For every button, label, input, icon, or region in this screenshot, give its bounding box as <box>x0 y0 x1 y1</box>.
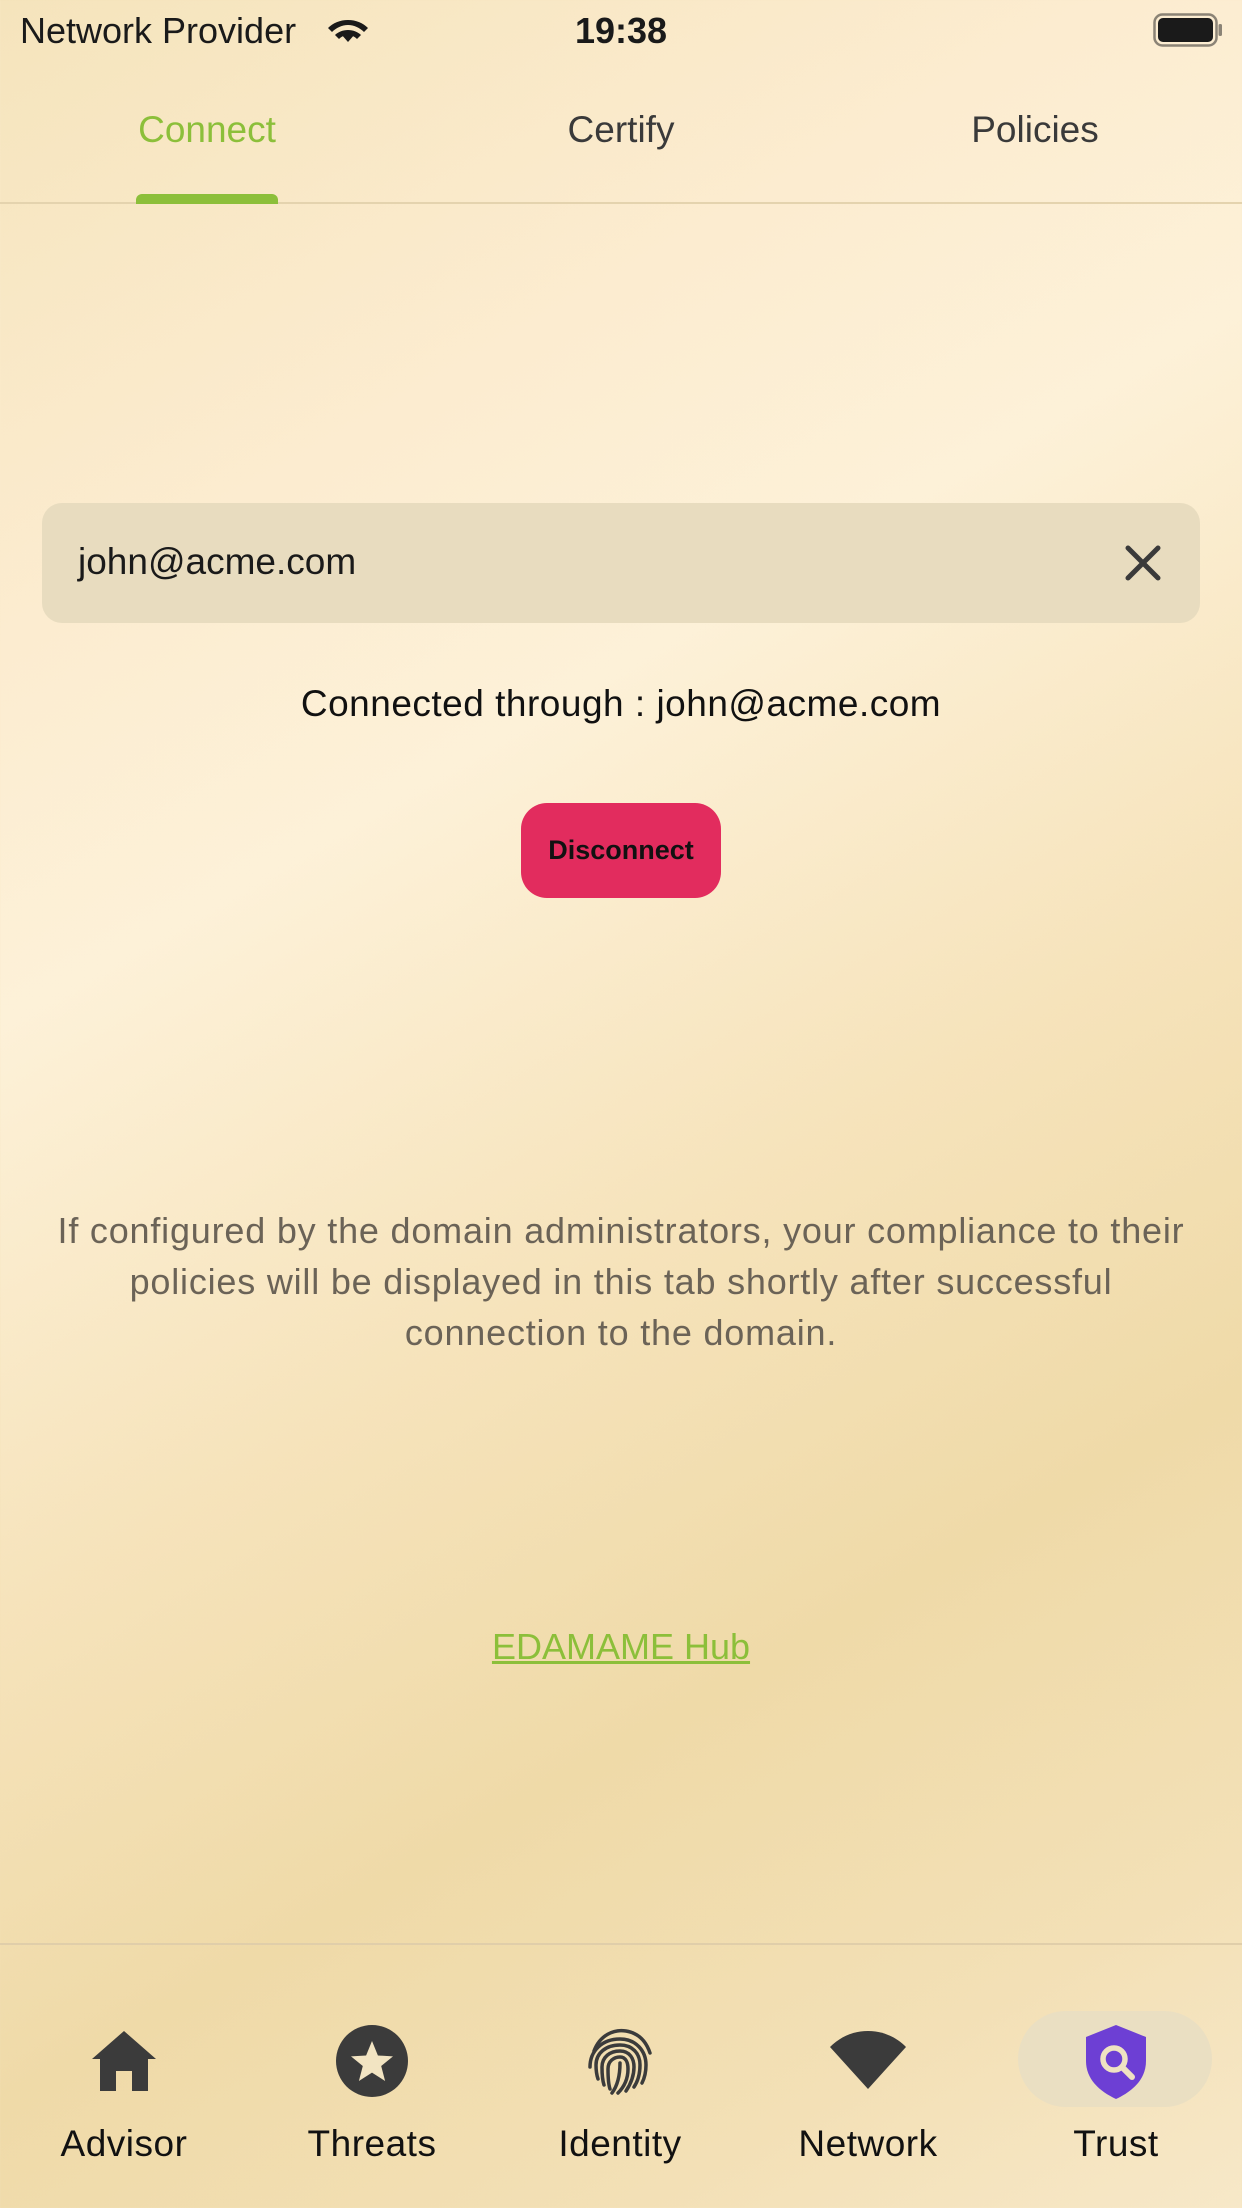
nav-trust[interactable]: Trust <box>992 1945 1240 2208</box>
tab-certify[interactable]: Certify <box>414 62 828 202</box>
nav-threats[interactable]: Threats <box>248 1945 496 2208</box>
active-tab-indicator <box>136 194 278 204</box>
top-tab-bar: Connect Certify Policies <box>0 62 1242 204</box>
star-badge-icon <box>336 2025 408 2097</box>
nav-trust-label: Trust <box>1073 2123 1159 2164</box>
policy-info-text: If configured by the domain administrato… <box>0 1205 1242 1358</box>
email-field[interactable]: john@acme.com <box>42 503 1200 623</box>
nav-threats-label: Threats <box>307 2123 437 2164</box>
policy-info-line: policies will be displayed in this tab s… <box>129 1261 1113 1302</box>
policy-info-line: connection to the domain. <box>404 1312 838 1353</box>
connection-status-text: Connected through : john@acme.com <box>300 683 942 724</box>
nav-advisor-label: Advisor <box>60 2123 188 2164</box>
close-icon[interactable] <box>1122 542 1164 584</box>
wifi-icon <box>830 2031 906 2089</box>
nav-network-label: Network <box>798 2123 938 2164</box>
status-bar: Network Provider 19:38 <box>0 0 1242 62</box>
tab-policies[interactable]: Policies <box>828 62 1242 202</box>
nav-advisor[interactable]: Advisor <box>0 1945 248 2208</box>
disconnect-button[interactable]: Disconnect <box>521 803 721 898</box>
tab-connect[interactable]: Connect <box>0 62 414 202</box>
tab-policies-label: Policies <box>971 109 1099 150</box>
battery-full-icon <box>1153 13 1222 47</box>
shield-search-icon <box>1086 2025 1146 2099</box>
policy-info-line: If configured by the domain administrato… <box>57 1210 1185 1251</box>
nav-network[interactable]: Network <box>744 1945 992 2208</box>
home-icon <box>92 2031 156 2091</box>
email-value[interactable]: john@acme.com <box>78 541 356 583</box>
tab-connect-label: Connect <box>138 109 276 150</box>
bottom-nav: Advisor Threats Identity Network Trust <box>0 1943 1242 2208</box>
edamame-hub-link[interactable]: EDAMAME Hub <box>0 1626 1242 1668</box>
tab-certify-label: Certify <box>567 109 675 150</box>
fingerprint-icon <box>588 2028 652 2095</box>
nav-identity-label: Identity <box>558 2123 682 2164</box>
clock: 19:38 <box>574 10 668 51</box>
nav-identity[interactable]: Identity <box>496 1945 744 2208</box>
